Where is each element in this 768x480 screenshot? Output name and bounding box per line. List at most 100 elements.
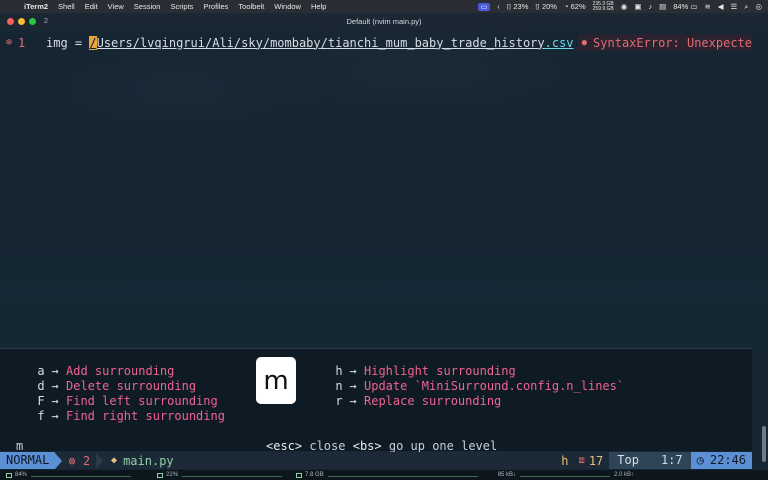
pending-key: h <box>561 453 569 468</box>
net-monitor-up-value: 2.0 kB↑ <box>614 472 635 478</box>
error-count: ⊗ 2 <box>68 453 91 468</box>
clue-description: Update `MiniSurround.config.n_lines` <box>364 379 625 393</box>
menu-toolbelt[interactable]: Toolbelt <box>238 2 264 11</box>
disk-sparkline <box>327 473 478 477</box>
close-hint: close <box>309 439 346 453</box>
clipboard-icon[interactable]: ▣ <box>634 2 641 11</box>
path-segment: Ali <box>212 35 234 50</box>
disk-icon <box>296 472 303 478</box>
clue-item[interactable]: r → Replace surrounding <box>332 394 501 408</box>
statusline-right: h ⧈ 17 Top 1:7 ◷ 22:46 <box>561 452 752 469</box>
clue-description: Replace surrounding <box>364 394 502 408</box>
update-count: 17 <box>588 453 604 468</box>
scroll-position: Top <box>617 453 639 467</box>
mem-sparkline <box>182 473 283 477</box>
menu-shell[interactable]: Shell <box>58 2 75 11</box>
path-segment: sky <box>241 35 263 50</box>
mem-monitor-value: 22% <box>166 472 179 478</box>
cpu-monitor: 84% <box>6 472 27 478</box>
clock-icon: ◷ <box>696 453 704 467</box>
arrow-icon: → <box>51 364 59 378</box>
diagnostic-virtual-text: ● SyntaxError: Unexpecte <box>577 34 752 51</box>
path-segment: lvqingrui <box>139 35 205 50</box>
menu-app-name[interactable]: iTerm2 <box>24 2 48 11</box>
net-monitor-value: 85 kB↓ <box>497 472 517 478</box>
clue-footer: <esc> close <bs> go up one level <box>266 439 497 453</box>
menu-window[interactable]: Window <box>274 2 301 11</box>
clue-description: Find right surrounding <box>66 409 225 423</box>
backspace-key: <bs> <box>352 439 382 453</box>
clue-key: r <box>335 394 343 408</box>
terminal-pane[interactable]: ⊗ 1 img = /Users/lvqingrui/Ali/sky/momba… <box>0 30 768 470</box>
chevron-left-icon[interactable]: ‹ <box>497 2 500 11</box>
arrow-icon: → <box>349 364 357 378</box>
battery-stat[interactable]: 84% ▭ <box>673 2 697 11</box>
memory-icon[interactable]: ▤ <box>659 2 666 11</box>
diagnostic-dot-icon: ● <box>581 37 588 48</box>
clue-description: Find left surrounding <box>66 394 218 408</box>
code-text[interactable]: img = /Users/lvqingrui/Ali/sky/mombaby/t… <box>46 35 574 50</box>
menu-profiles[interactable]: Profiles <box>203 2 228 11</box>
wechat-icon[interactable]: ◉ <box>621 2 628 11</box>
clue-description: Highlight surrounding <box>364 364 516 378</box>
cpu-value: 23% <box>513 1 529 11</box>
disk-stat[interactable]: ◔ 62% <box>564 2 586 11</box>
system-monitor-bar: 84% 22% 7.8 GB 85 kB↓ 2.0 kB↑ <box>0 470 768 480</box>
clue-item[interactable]: d → Delete surrounding <box>34 379 196 393</box>
clock-time: 22:46 <box>709 453 746 467</box>
window-titlebar: 2 Default (nvim main.py) <box>0 13 768 30</box>
go-up-hint: go up one level <box>388 439 498 453</box>
status-area: ▭ ‹ ⌷ 23% ⌷ 20% ◔ 62% 235.3 GB 259.9 GB ◉… <box>477 1 762 12</box>
file-name: main.py <box>123 453 174 468</box>
net-monitor-up: 2.0 kB↑ <box>614 472 634 478</box>
wifi-icon[interactable]: ≋ <box>704 2 710 11</box>
code-line[interactable]: ⊗ 1 img = /Users/lvqingrui/Ali/sky/momba… <box>0 34 752 51</box>
control-center-icon[interactable]: ☰ <box>731 2 738 11</box>
clue-key: h <box>335 364 343 378</box>
bell-icon[interactable]: ♪ <box>648 2 652 11</box>
net-down-value: 259.9 GB <box>592 5 614 12</box>
python-icon: ◆ <box>111 455 118 466</box>
menu-scripts[interactable]: Scripts <box>170 2 193 11</box>
scrollbar[interactable] <box>762 426 766 462</box>
clue-key: n <box>335 379 343 393</box>
cpu-stat[interactable]: ⌷ 23% <box>507 2 529 12</box>
menu-view[interactable]: View <box>108 2 124 11</box>
mem-stat[interactable]: ⌷ 20% <box>535 2 557 12</box>
esc-key: <esc> <box>266 439 303 453</box>
net-stat[interactable]: 235.3 GB 259.9 GB <box>592 1 614 12</box>
path-segment: Users <box>96 35 133 50</box>
clue-key: a <box>37 364 45 378</box>
clue-item[interactable]: h → Highlight surrounding <box>332 364 516 378</box>
clue-item[interactable]: F → Find left surrounding <box>34 394 218 408</box>
error-count-value: 2 <box>82 453 91 468</box>
package-icon: ⧈ <box>578 455 585 466</box>
path-segment: mombaby <box>270 35 321 50</box>
mem-value: 20% <box>541 1 557 11</box>
menu-session[interactable]: Session <box>134 2 161 11</box>
clue-key: F <box>37 394 45 408</box>
path-separator: / <box>262 35 271 50</box>
statusline: NORMAL ⊗ 2 ◆ main.py h ⧈ 17 Top 1:7 ◷ 22… <box>0 452 752 469</box>
clue-description: Add surrounding <box>66 364 175 378</box>
line-number: 1 <box>18 35 26 50</box>
powerline-separator <box>96 452 104 469</box>
siri-icon[interactable]: ◎ <box>755 2 762 11</box>
menu-help[interactable]: Help <box>311 2 326 11</box>
clue-item[interactable]: a → Add surrounding <box>34 364 174 378</box>
keymap-clue-popup: a → Add surrounding d → Delete surroundi… <box>0 348 752 453</box>
arrow-icon: → <box>51 394 59 408</box>
disk-monitor: 7.8 GB <box>296 472 324 478</box>
input-source-icon[interactable]: ▭ <box>477 2 491 11</box>
path-separator: / <box>320 35 328 50</box>
arrow-icon: → <box>349 379 357 393</box>
clue-item[interactable]: f → Find right surrounding <box>34 409 225 423</box>
menu-edit[interactable]: Edit <box>85 2 98 11</box>
volume-icon[interactable]: ◀ <box>718 2 724 11</box>
clue-item[interactable]: n → Update `MiniSurround.config.n_lines` <box>332 379 624 393</box>
code-prefix: img = <box>46 35 90 50</box>
search-icon[interactable]: ⌕ <box>744 2 748 12</box>
arrow-icon: → <box>51 379 59 393</box>
plugin-logo: m <box>256 357 296 404</box>
diagnostic-message: SyntaxError: Unexpecte <box>593 35 752 50</box>
